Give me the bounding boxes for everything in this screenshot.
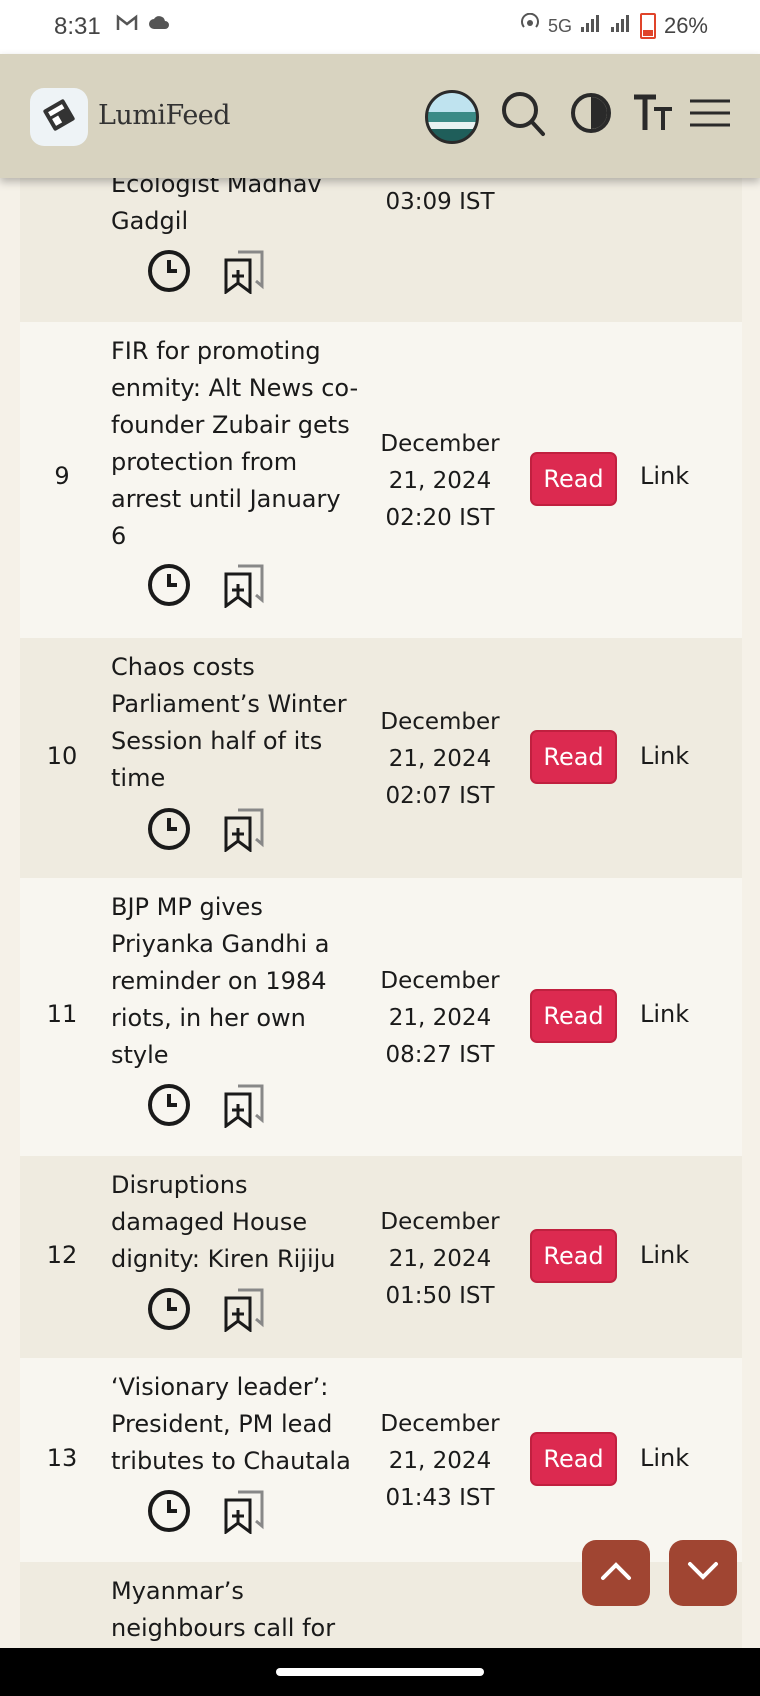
- clock-icon[interactable]: [146, 1286, 192, 1336]
- bookmark-add-icon[interactable]: [220, 248, 268, 298]
- signal-icon-2: [610, 13, 632, 39]
- app-name: LumiFeed: [98, 100, 231, 131]
- bookmark-add-icon[interactable]: [220, 562, 268, 612]
- read-button[interactable]: Read: [530, 989, 617, 1043]
- battery-level: 26%: [663, 13, 708, 38]
- row-number: 10: [46, 742, 78, 770]
- table-row: 12 Disruptions damaged House dignity: Kire…: [20, 1156, 742, 1358]
- article-title[interactable]: FIR for promoting enmity: Alt News co-fou…: [111, 333, 381, 555]
- article-title[interactable]: ‘Visionary leader’: President, PM lead tri…: [111, 1369, 381, 1480]
- article-title[interactable]: Chaos costs Parliament’s Winter Session ha…: [111, 649, 381, 797]
- clock-icon[interactable]: [146, 806, 192, 856]
- article-date: December 21, 2024 01:50 IST: [380, 1209, 500, 1309]
- article-title[interactable]: Myanmar’s neighbours call for: [111, 1573, 381, 1647]
- article-link[interactable]: Link: [640, 1241, 689, 1269]
- read-button[interactable]: Read: [530, 730, 617, 784]
- row-number: 11: [46, 1000, 78, 1028]
- table-row: 9 FIR for promoting enmity: Alt News co-f…: [20, 322, 742, 638]
- article-date: December 21, 2024 02:20 IST: [380, 431, 500, 531]
- news-table: Ecologist Madhav Gadgil 03:09 IST 9 FIR f…: [20, 130, 742, 1682]
- gmail-icon: [116, 14, 138, 38]
- menu-icon[interactable]: [690, 98, 730, 132]
- hotspot-icon: [520, 12, 540, 39]
- article-link[interactable]: Link: [640, 1444, 689, 1472]
- chevron-up-icon: [600, 1561, 632, 1585]
- article-date: 03:09 IST: [385, 189, 495, 215]
- article-link[interactable]: Link: [640, 742, 689, 770]
- network-label: 5G: [547, 15, 572, 36]
- home-gesture-pill[interactable]: [276, 1668, 484, 1676]
- status-bar: 8:31 5G 26%: [0, 0, 760, 54]
- article-link[interactable]: Link: [640, 462, 689, 490]
- clock-icon[interactable]: [146, 562, 192, 612]
- status-time: 8:31: [54, 13, 101, 40]
- clock-icon[interactable]: [146, 1488, 192, 1538]
- text-size-icon[interactable]: [632, 94, 674, 136]
- table-row: 11 BJP MP gives Priyanka Gandhi a reminder…: [20, 878, 742, 1156]
- cloud-icon: [148, 14, 170, 38]
- row-number: 13: [46, 1444, 78, 1472]
- battery-icon: [639, 13, 656, 39]
- row-number: 9: [54, 462, 70, 490]
- article-link[interactable]: Link: [640, 1000, 689, 1028]
- chevron-down-icon: [687, 1561, 719, 1585]
- row-number: 12: [46, 1241, 78, 1269]
- bookmark-add-icon[interactable]: [220, 806, 268, 856]
- bookmark-add-icon[interactable]: [220, 1286, 268, 1336]
- bookmark-add-icon[interactable]: [220, 1488, 268, 1538]
- scroll-down-button[interactable]: [669, 1540, 737, 1606]
- clock-icon[interactable]: [146, 1082, 192, 1132]
- table-row: 10 Chaos costs Parliament’s Winter Session…: [20, 638, 742, 878]
- app-logo[interactable]: [30, 88, 88, 146]
- read-button[interactable]: Read: [530, 452, 617, 506]
- newspaper-icon: [39, 95, 79, 139]
- system-nav-bar: [0, 1648, 760, 1696]
- app-header: LumiFeed: [0, 54, 760, 178]
- scroll-up-button[interactable]: [582, 1540, 650, 1606]
- signal-icon-1: [580, 13, 602, 39]
- table-row: 13 ‘Visionary leader’: President, PM lead…: [20, 1358, 742, 1562]
- read-button[interactable]: Read: [530, 1432, 617, 1486]
- article-date: December 21, 2024 02:07 IST: [380, 709, 500, 809]
- article-date: December 21, 2024 08:27 IST: [380, 968, 500, 1068]
- search-icon[interactable]: [500, 90, 546, 142]
- contrast-icon[interactable]: [570, 92, 612, 138]
- clock-icon[interactable]: [146, 248, 192, 298]
- article-date: December 21, 2024 01:43 IST: [380, 1411, 500, 1511]
- article-title[interactable]: BJP MP gives Priyanka Gandhi a reminder on…: [111, 889, 381, 1074]
- bookmark-add-icon[interactable]: [220, 1082, 268, 1132]
- read-button[interactable]: Read: [530, 1229, 617, 1283]
- article-title[interactable]: Disruptions damaged House dignity: Kiren R…: [111, 1167, 381, 1278]
- profile-avatar[interactable]: [425, 90, 479, 144]
